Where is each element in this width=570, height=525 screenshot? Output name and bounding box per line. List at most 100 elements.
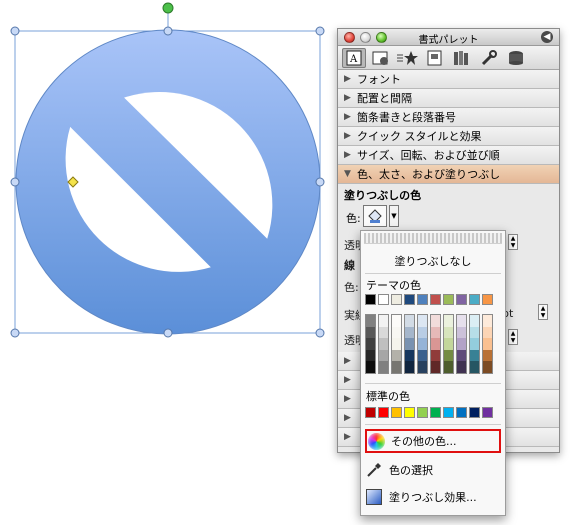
theme-shade-swatch[interactable] — [457, 338, 466, 350]
theme-shade-swatch[interactable] — [457, 315, 466, 327]
theme-shade-swatch[interactable] — [444, 338, 453, 350]
line-weight-stepper[interactable]: ▲ ▼ — [538, 304, 548, 320]
theme-shade-swatch[interactable] — [366, 361, 375, 373]
theme-shade-swatch[interactable] — [431, 326, 440, 339]
theme-shade-swatch[interactable] — [457, 326, 466, 339]
theme-shade-swatch[interactable] — [392, 338, 401, 350]
theme-color-swatch[interactable] — [404, 294, 415, 305]
theme-shade-swatch[interactable] — [392, 361, 401, 373]
theme-shade-swatch[interactable] — [470, 338, 479, 350]
section-size-rotation[interactable]: ▶ サイズ、回転、および並び順 — [338, 146, 559, 165]
standard-color-swatch[interactable] — [469, 407, 480, 418]
theme-shade-swatch[interactable] — [366, 349, 375, 362]
standard-color-swatch[interactable] — [443, 407, 454, 418]
theme-shade-swatch[interactable] — [431, 361, 440, 373]
theme-shade-swatch[interactable] — [470, 315, 479, 327]
other-colors-menu-item[interactable]: その他の色... — [365, 429, 501, 453]
theme-shade-swatch[interactable] — [483, 315, 492, 327]
standard-color-swatch[interactable] — [417, 407, 428, 418]
theme-shade-swatch[interactable] — [483, 326, 492, 339]
wrench-icon[interactable] — [477, 48, 501, 68]
theme-shade-swatch[interactable] — [405, 338, 414, 350]
other-colors-label: その他の色... — [391, 435, 457, 448]
theme-shade-swatch[interactable] — [405, 349, 414, 362]
fill-color-well[interactable] — [363, 205, 387, 227]
theme-shade-swatch[interactable] — [418, 338, 427, 350]
theme-shade-swatch[interactable] — [366, 326, 375, 339]
theme-shade-swatch[interactable] — [418, 349, 427, 362]
line-color-label: 色: — [344, 281, 359, 294]
theme-shade-swatch[interactable] — [418, 315, 427, 327]
database-icon[interactable] — [504, 48, 528, 68]
theme-shade-swatch[interactable] — [470, 326, 479, 339]
theme-shade-swatch[interactable] — [405, 361, 414, 373]
section-colors-weights-fills[interactable]: ▼ 色、太さ、および塗りつぶし — [338, 165, 559, 184]
rotate-handle[interactable] — [162, 2, 174, 14]
canvas[interactable] — [0, 0, 340, 345]
fill-effects-menu-item[interactable]: 塗りつぶし効果... — [365, 486, 501, 508]
theme-color-swatch[interactable] — [430, 294, 441, 305]
standard-color-swatch[interactable] — [391, 407, 402, 418]
no-fill-option[interactable]: 塗りつぶしなし — [361, 253, 505, 269]
theme-color-swatch[interactable] — [417, 294, 428, 305]
theme-shade-swatch[interactable] — [392, 326, 401, 339]
text-format-icon[interactable]: A — [342, 47, 366, 68]
document-icon[interactable] — [423, 48, 447, 68]
theme-shade-swatch[interactable] — [418, 326, 427, 339]
theme-color-swatch[interactable] — [456, 294, 467, 305]
theme-shade-swatch[interactable] — [379, 361, 388, 373]
picture-icon[interactable] — [369, 48, 393, 68]
collapse-icon[interactable]: ◀ — [541, 31, 553, 43]
theme-shade-swatch[interactable] — [470, 361, 479, 373]
theme-color-swatch[interactable] — [391, 294, 402, 305]
theme-shade-swatch[interactable] — [483, 349, 492, 362]
theme-shade-swatch[interactable] — [483, 338, 492, 350]
theme-shade-swatch[interactable] — [444, 326, 453, 339]
line-transparency-stepper[interactable]: ▲ ▼ — [508, 329, 518, 345]
standard-color-swatch[interactable] — [365, 407, 376, 418]
section-font[interactable]: ▶ フォント — [338, 70, 559, 89]
pick-color-menu-item[interactable]: 色の選択 — [365, 459, 501, 481]
popup-grip[interactable] — [364, 233, 502, 244]
standard-color-swatch[interactable] — [456, 407, 467, 418]
theme-shade-swatch[interactable] — [444, 361, 453, 373]
books-icon[interactable] — [450, 48, 474, 68]
theme-shade-swatch[interactable] — [392, 349, 401, 362]
theme-shade-swatch[interactable] — [366, 315, 375, 327]
bullets-star-icon[interactable] — [396, 48, 420, 68]
theme-shade-swatch[interactable] — [431, 338, 440, 350]
theme-shade-swatch[interactable] — [379, 315, 388, 327]
theme-shade-swatch[interactable] — [405, 315, 414, 327]
theme-shade-swatch[interactable] — [431, 349, 440, 362]
theme-shade-swatch[interactable] — [457, 361, 466, 373]
transparency-stepper[interactable]: ▲ ▼ — [508, 234, 518, 250]
theme-color-swatch[interactable] — [365, 294, 376, 305]
theme-shade-swatch[interactable] — [431, 315, 440, 327]
theme-shade-swatch[interactable] — [457, 349, 466, 362]
theme-shade-swatch[interactable] — [379, 349, 388, 362]
theme-shade-swatch[interactable] — [392, 315, 401, 327]
theme-shade-swatch[interactable] — [470, 349, 479, 362]
standard-color-swatch[interactable] — [404, 407, 415, 418]
section-bullets[interactable]: ▶ 箇条書きと段落番号 — [338, 108, 559, 127]
theme-shade-swatch[interactable] — [379, 338, 388, 350]
palette-titlebar[interactable]: 書式パレット ◀ — [338, 29, 559, 46]
theme-shade-swatch[interactable] — [444, 349, 453, 362]
theme-color-swatch[interactable] — [469, 294, 480, 305]
theme-shade-swatch[interactable] — [405, 326, 414, 339]
theme-color-swatch[interactable] — [443, 294, 454, 305]
fill-color-dropdown[interactable]: ▼ — [389, 205, 399, 227]
theme-shade-swatch[interactable] — [483, 361, 492, 373]
standard-color-swatch[interactable] — [378, 407, 389, 418]
theme-shade-swatch[interactable] — [444, 315, 453, 327]
theme-shade-swatch[interactable] — [366, 338, 375, 350]
theme-color-swatch[interactable] — [378, 294, 389, 305]
no-symbol-shape[interactable] — [0, 0, 340, 345]
section-alignment[interactable]: ▶ 配置と間隔 — [338, 89, 559, 108]
theme-color-swatch[interactable] — [482, 294, 493, 305]
theme-shade-swatch[interactable] — [379, 326, 388, 339]
section-quick-styles[interactable]: ▶ クイック スタイルと効果 — [338, 127, 559, 146]
theme-shade-swatch[interactable] — [418, 361, 427, 373]
standard-color-swatch[interactable] — [430, 407, 441, 418]
standard-color-swatch[interactable] — [482, 407, 493, 418]
